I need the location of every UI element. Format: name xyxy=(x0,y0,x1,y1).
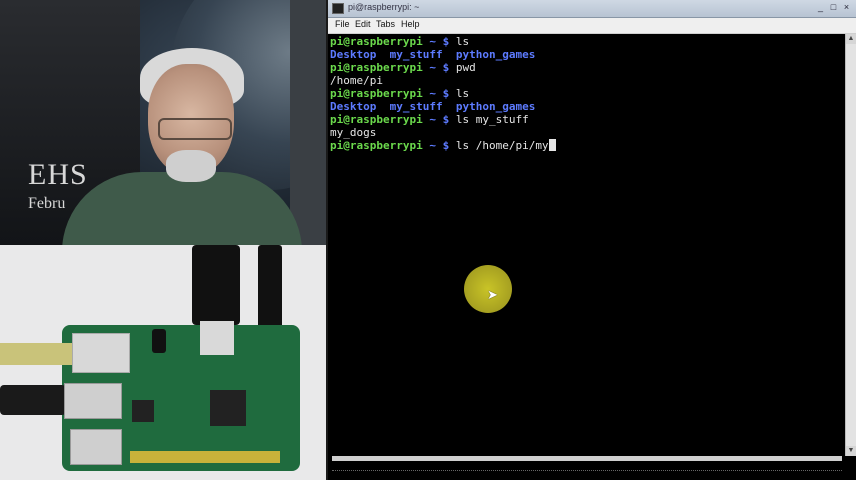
terminal-icon xyxy=(332,3,344,14)
prompt-path: ~ $ xyxy=(429,113,450,126)
usb-port-2 xyxy=(70,429,122,465)
hdmi-port xyxy=(200,321,234,355)
terminal-window[interactable]: pi@raspberrypi: ~ _ □ × File Edit Tabs H… xyxy=(328,0,856,480)
terminal-line: pi@raspberrypi ~ $ ls xyxy=(330,35,844,48)
horizontal-scrollbar[interactable] xyxy=(332,456,842,461)
menu-bar: File Edit Tabs Help xyxy=(328,18,856,34)
hdmi-cable xyxy=(192,245,240,325)
dir-entry: Desktop xyxy=(330,48,377,61)
output-text: my_dogs xyxy=(330,126,377,139)
poster-text-1: EHS xyxy=(28,158,88,191)
prompt-path: ~ $ xyxy=(429,61,450,74)
vertical-scrollbar[interactable]: ▲ ▼ xyxy=(845,34,856,456)
terminal-line: pi@raspberrypi ~ $ pwd xyxy=(330,61,844,74)
prompt-user: pi@raspberrypi xyxy=(330,61,423,74)
command-text: ls xyxy=(455,87,470,100)
prompt-path: ~ $ xyxy=(429,139,450,152)
close-button[interactable]: × xyxy=(841,2,852,13)
minimize-button[interactable]: _ xyxy=(815,2,826,13)
prompt-path: ~ $ xyxy=(429,35,450,48)
soc-chip xyxy=(210,390,246,426)
ethernet-port xyxy=(72,333,130,373)
dir-entry: Desktop xyxy=(330,100,377,113)
terminal-line: Desktop my_stuff python_games xyxy=(330,100,844,113)
menu-file[interactable]: File xyxy=(335,19,350,29)
gpio-header xyxy=(130,451,280,463)
menu-tabs[interactable]: Tabs xyxy=(376,19,395,29)
scroll-down-icon[interactable]: ▼ xyxy=(846,446,856,456)
usb-cable xyxy=(0,385,66,415)
menu-help[interactable]: Help xyxy=(401,19,420,29)
prompt-user: pi@raspberrypi xyxy=(330,87,423,100)
presenter-beard xyxy=(166,150,216,182)
bottom-bar xyxy=(328,456,856,480)
output-text: /home/pi xyxy=(330,74,383,87)
command-text: ls my_stuff xyxy=(455,113,529,126)
usb-port-1 xyxy=(64,383,122,419)
poster-text-2: Febru xyxy=(28,195,66,212)
background-shelf xyxy=(290,0,326,245)
terminal-line: my_dogs xyxy=(330,126,844,139)
text-cursor xyxy=(548,139,556,151)
usb-controller-chip xyxy=(132,400,154,422)
terminal-line: pi@raspberrypi ~ $ ls /home/pi/my xyxy=(330,139,844,152)
dir-entry: my_stuff xyxy=(389,100,443,113)
maximize-button[interactable]: □ xyxy=(828,2,839,13)
divider xyxy=(332,470,842,472)
dir-entry: python_games xyxy=(455,48,536,61)
audio-jack xyxy=(152,329,166,353)
scroll-up-icon[interactable]: ▲ xyxy=(846,34,856,44)
raspberry-pi-camera xyxy=(0,245,326,480)
command-text: ls xyxy=(455,35,470,48)
dir-entry: my_stuff xyxy=(389,48,443,61)
dir-entry: python_games xyxy=(455,100,536,113)
micro-usb-power-cable xyxy=(258,245,282,330)
menu-edit[interactable]: Edit xyxy=(355,19,371,29)
window-titlebar[interactable]: pi@raspberrypi: ~ _ □ × xyxy=(328,0,856,18)
command-text: ls /home/pi/my xyxy=(455,139,549,152)
mouse-pointer-icon: ➤ xyxy=(487,287,498,302)
command-text: pwd xyxy=(455,61,476,74)
terminal-line: Desktop my_stuff python_games xyxy=(330,48,844,61)
terminal-output[interactable]: pi@raspberrypi ~ $ ls Desktop my_stuff p… xyxy=(330,34,844,455)
prompt-user: pi@raspberrypi xyxy=(330,35,423,48)
window-title: pi@raspberrypi: ~ xyxy=(348,2,420,12)
prompt-path: ~ $ xyxy=(429,87,450,100)
presenter-glasses xyxy=(158,118,232,140)
terminal-line: /home/pi xyxy=(330,74,844,87)
prompt-user: pi@raspberrypi xyxy=(330,113,423,126)
presenter-webcam: EHS Febru xyxy=(0,0,326,245)
terminal-line: pi@raspberrypi ~ $ ls my_stuff xyxy=(330,113,844,126)
terminal-line: pi@raspberrypi ~ $ ls xyxy=(330,87,844,100)
ethernet-cable xyxy=(0,343,74,365)
prompt-user: pi@raspberrypi xyxy=(330,139,423,152)
